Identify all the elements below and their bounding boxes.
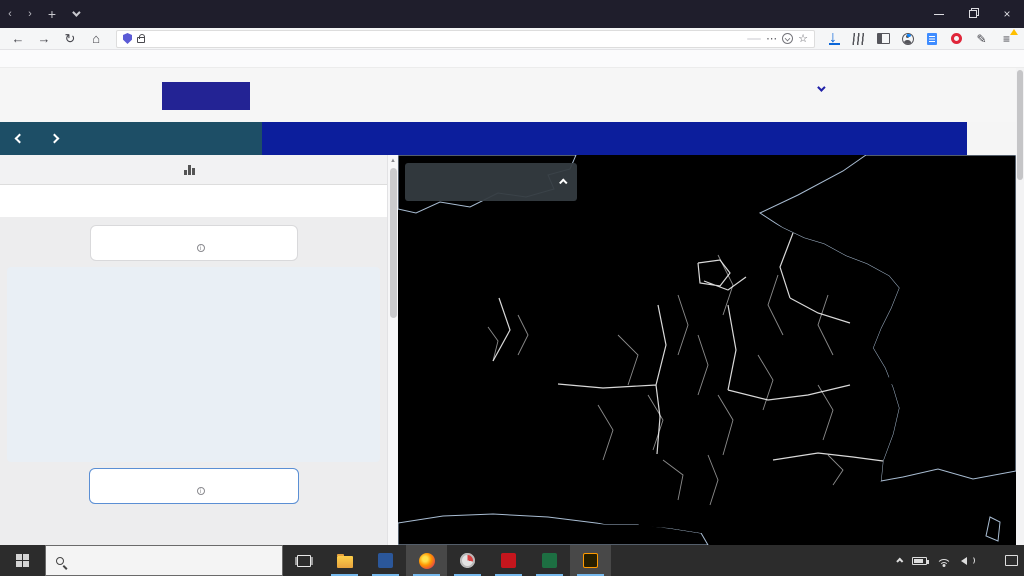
screen-capture-icon: [460, 553, 475, 568]
section-tabs: [262, 122, 967, 155]
firefox-button[interactable]: [406, 545, 447, 576]
channel-island: [556, 273, 560, 277]
pen-extension-icon[interactable]: ✎: [970, 29, 993, 49]
battery-icon[interactable]: [912, 557, 927, 565]
task-view-icon: [297, 555, 311, 567]
sidebar-body: i i: [0, 217, 387, 504]
menu-button[interactable]: [810, 86, 823, 92]
bookmarks-bar: [0, 50, 1024, 68]
next-date-icon[interactable]: [50, 134, 60, 144]
forward-icon[interactable]: →: [32, 29, 56, 49]
excel-icon: [542, 553, 557, 568]
wifi-icon[interactable]: [936, 556, 952, 566]
minimize-button[interactable]: [922, 0, 956, 28]
territory-selector[interactable]: [0, 155, 387, 185]
indicator-dropdown[interactable]: [405, 163, 577, 201]
account-icon[interactable]: [902, 33, 914, 45]
home-icon[interactable]: ⌂: [84, 29, 108, 49]
illustrator-button[interactable]: [570, 545, 611, 576]
screen-capture-button[interactable]: [447, 545, 488, 576]
chevron-up-icon: [559, 178, 567, 186]
tab-scroll-left-icon[interactable]: ‹: [0, 0, 20, 28]
blocker-extension-icon[interactable]: [951, 33, 962, 44]
sidebar-toggle-icon[interactable]: [877, 33, 890, 44]
date-navigator: [0, 122, 262, 155]
system-tray: [898, 545, 1024, 576]
page-scrollbar[interactable]: [1016, 68, 1024, 545]
reload-icon[interactable]: ↻: [58, 29, 82, 49]
incidence-chart-panel: [7, 267, 380, 462]
site-navigation: [0, 122, 1024, 155]
bookmark-star-icon[interactable]: ☆: [798, 32, 808, 45]
reproduction-rate-card[interactable]: i: [89, 468, 299, 504]
data-sidebar: i i ▲: [0, 155, 398, 545]
firefox-icon: [419, 553, 435, 569]
reader-extension-icon[interactable]: [927, 33, 937, 45]
menu-hamburger-icon[interactable]: ≡: [995, 29, 1018, 49]
start-button[interactable]: [0, 545, 45, 576]
scroll-up-icon[interactable]: ▲: [390, 158, 396, 164]
downloads-icon[interactable]: ↓: [829, 32, 840, 45]
info-icon[interactable]: i: [197, 244, 205, 252]
pocket-icon[interactable]: [782, 33, 793, 44]
tracking-shield-icon[interactable]: [123, 33, 132, 44]
page-actions-icon[interactable]: ⋯: [766, 32, 777, 45]
page-content: i i ▲: [0, 68, 1024, 545]
volume-icon[interactable]: [961, 556, 975, 565]
close-window-button[interactable]: ×: [990, 0, 1024, 28]
notification-center-icon[interactable]: [1005, 555, 1018, 566]
address-bar[interactable]: ⋯ ☆: [116, 30, 815, 48]
zoom-level-badge[interactable]: [747, 38, 761, 40]
browser-toolbar: ← → ↻ ⌂ ⋯ ☆ ↓ ✎ ≡: [0, 28, 1024, 50]
bar-chart-icon: [184, 164, 195, 175]
incidence-rate-card[interactable]: i: [90, 225, 298, 261]
page-scrollbar-thumb[interactable]: [1017, 70, 1023, 180]
word-icon: [378, 553, 393, 568]
new-tab-button[interactable]: +: [40, 0, 64, 28]
map-canvas[interactable]: [398, 155, 1016, 545]
tab-scroll-right-icon[interactable]: ›: [20, 0, 40, 28]
back-icon[interactable]: ←: [6, 29, 30, 49]
file-explorer-button[interactable]: [324, 545, 365, 576]
site-header: [0, 68, 1024, 122]
sidebar-scrollbar-thumb[interactable]: [390, 168, 397, 318]
lock-icon[interactable]: [137, 37, 145, 43]
sidebar-title: [0, 185, 387, 217]
task-view-button[interactable]: [283, 545, 324, 576]
folder-icon: [337, 556, 353, 568]
acrobat-button[interactable]: [488, 545, 529, 576]
tray-expand-icon[interactable]: [896, 558, 903, 565]
search-icon: [56, 557, 64, 565]
legend-swatch: [171, 274, 209, 286]
account-notification-dot: [907, 33, 911, 37]
desktop: ‹ › + × ← → ↻ ⌂ ⋯ ☆ ↓ ✎ ≡: [0, 0, 1024, 576]
acrobat-icon: [501, 553, 516, 568]
taskbar-search[interactable]: [45, 545, 283, 576]
info-icon[interactable]: i: [197, 487, 205, 495]
france-map[interactable]: [398, 155, 1016, 545]
chart-legend: [7, 270, 380, 290]
word-button[interactable]: [365, 545, 406, 576]
browser-tab-bar: ‹ › + ×: [0, 0, 1024, 28]
tab-list-dropdown-icon[interactable]: [64, 0, 86, 28]
covid19-logo[interactable]: [162, 82, 250, 110]
illustrator-icon: [583, 553, 598, 568]
restore-button[interactable]: [956, 0, 990, 28]
library-icon[interactable]: [852, 33, 865, 45]
window-controls: ×: [922, 0, 1024, 28]
previous-date-icon[interactable]: [15, 134, 25, 144]
incidence-line-chart[interactable]: [7, 290, 380, 460]
chevron-down-icon: [817, 83, 825, 91]
sidebar-scrollbar[interactable]: ▲: [387, 155, 398, 545]
windows-taskbar: [0, 545, 1024, 576]
excel-button[interactable]: [529, 545, 570, 576]
channel-island: [563, 281, 566, 284]
windows-logo-icon: [16, 554, 29, 567]
